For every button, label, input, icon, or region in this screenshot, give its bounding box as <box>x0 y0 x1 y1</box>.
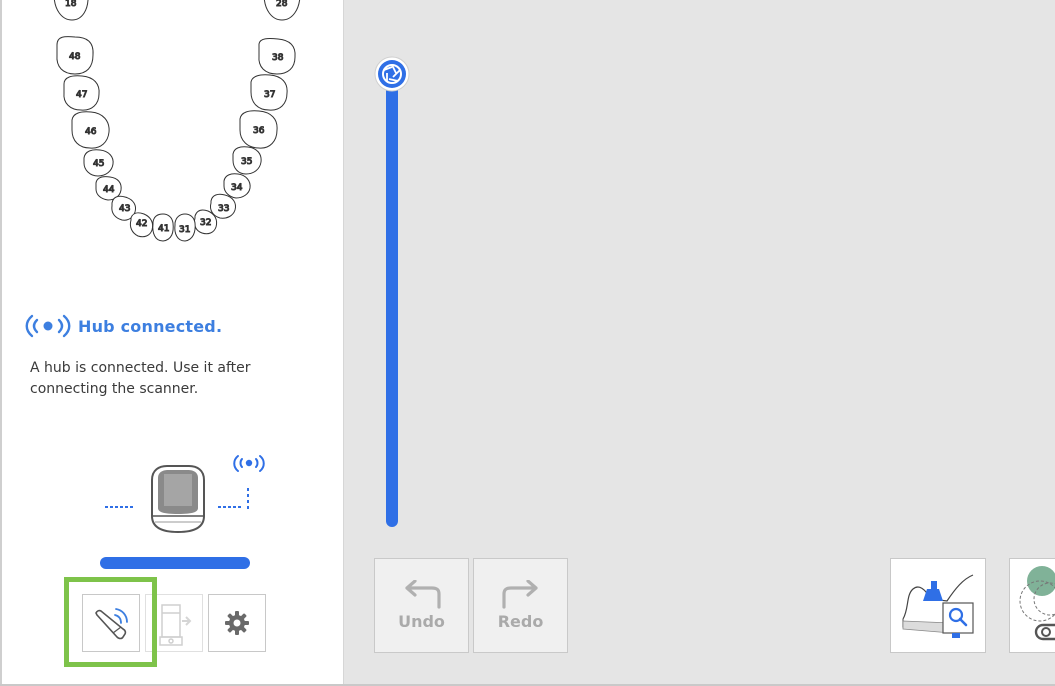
redo-label: Redo <box>497 612 544 631</box>
settings-button[interactable] <box>208 594 266 652</box>
redo-button[interactable]: Redo <box>473 558 568 653</box>
tooth-38[interactable]: 38 <box>258 38 296 75</box>
svg-text:45: 45 <box>93 159 104 169</box>
tooth-33[interactable]: 33 <box>210 193 236 219</box>
tooth-45[interactable]: 45 <box>83 149 114 177</box>
hub-progress-bar <box>100 557 250 569</box>
tooth-28[interactable]: 28 <box>263 0 301 21</box>
svg-text:32: 32 <box>200 218 211 228</box>
undo-label: Undo <box>398 612 445 631</box>
selected-tool-highlight <box>64 577 157 667</box>
tooth-46[interactable]: 46 <box>71 111 110 149</box>
hub-device-illustration <box>105 455 265 534</box>
svg-text:47: 47 <box>76 90 87 100</box>
tooth-42[interactable]: 42 <box>129 212 154 238</box>
tooth-35[interactable]: 35 <box>232 146 262 175</box>
svg-text:43: 43 <box>119 204 130 214</box>
undo-arrow-icon <box>404 580 441 609</box>
tooth-18[interactable]: 18 <box>53 0 89 21</box>
svg-text:48: 48 <box>69 52 81 62</box>
svg-text:44: 44 <box>103 185 115 195</box>
svg-text:18: 18 <box>65 0 77 9</box>
undo-button[interactable]: Undo <box>374 558 469 653</box>
timeline-track <box>386 76 398 527</box>
svg-text:37: 37 <box>264 90 275 100</box>
svg-text:31: 31 <box>179 225 190 235</box>
tooth-37[interactable]: 37 <box>250 74 288 111</box>
svg-text:38: 38 <box>272 53 284 63</box>
tooth-47[interactable]: 47 <box>63 75 100 111</box>
camera-shutter-icon[interactable] <box>374 56 410 92</box>
gear-icon <box>225 611 249 635</box>
redo-arrow-icon <box>501 580 538 609</box>
left-panel: 18 28 48 47 46 45 44 43 42 41 38 37 36 3… <box>0 0 344 686</box>
svg-text:34: 34 <box>231 183 243 193</box>
svg-text:35: 35 <box>241 157 252 167</box>
svg-text:41: 41 <box>158 224 169 234</box>
tooth-36[interactable]: 36 <box>239 110 278 149</box>
tooth-chart: 18 28 48 47 46 45 44 43 42 41 38 37 36 3… <box>53 0 301 242</box>
hub-description: A hub is connected. Use it after connect… <box>30 360 251 397</box>
hub-transfer-icon <box>159 604 192 646</box>
compare-view-button[interactable] <box>1009 558 1055 653</box>
tooth-31[interactable]: 31 <box>174 213 196 242</box>
svg-text:42: 42 <box>136 219 147 229</box>
hub-status-label: Hub connected. <box>78 316 223 336</box>
hub-signal-icon <box>25 314 71 338</box>
left-dotted-line <box>105 506 133 508</box>
right-dotted-line <box>218 488 249 509</box>
svg-text:28: 28 <box>276 0 288 9</box>
tooth-41[interactable]: 41 <box>152 213 174 242</box>
hub-status: Hub connected. <box>24 313 222 339</box>
svg-text:33: 33 <box>218 204 229 214</box>
scan-timeline[interactable] <box>374 56 414 531</box>
svg-text:36: 36 <box>253 126 265 136</box>
cradle-icon <box>151 465 205 534</box>
compare-circles-icon <box>1019 566 1055 641</box>
tooth-search-button[interactable] <box>890 558 986 653</box>
svg-text:46: 46 <box>85 127 97 137</box>
tooth-34[interactable]: 34 <box>223 173 251 199</box>
tooth-search-icon <box>902 574 974 638</box>
tooth-48[interactable]: 48 <box>56 36 94 75</box>
